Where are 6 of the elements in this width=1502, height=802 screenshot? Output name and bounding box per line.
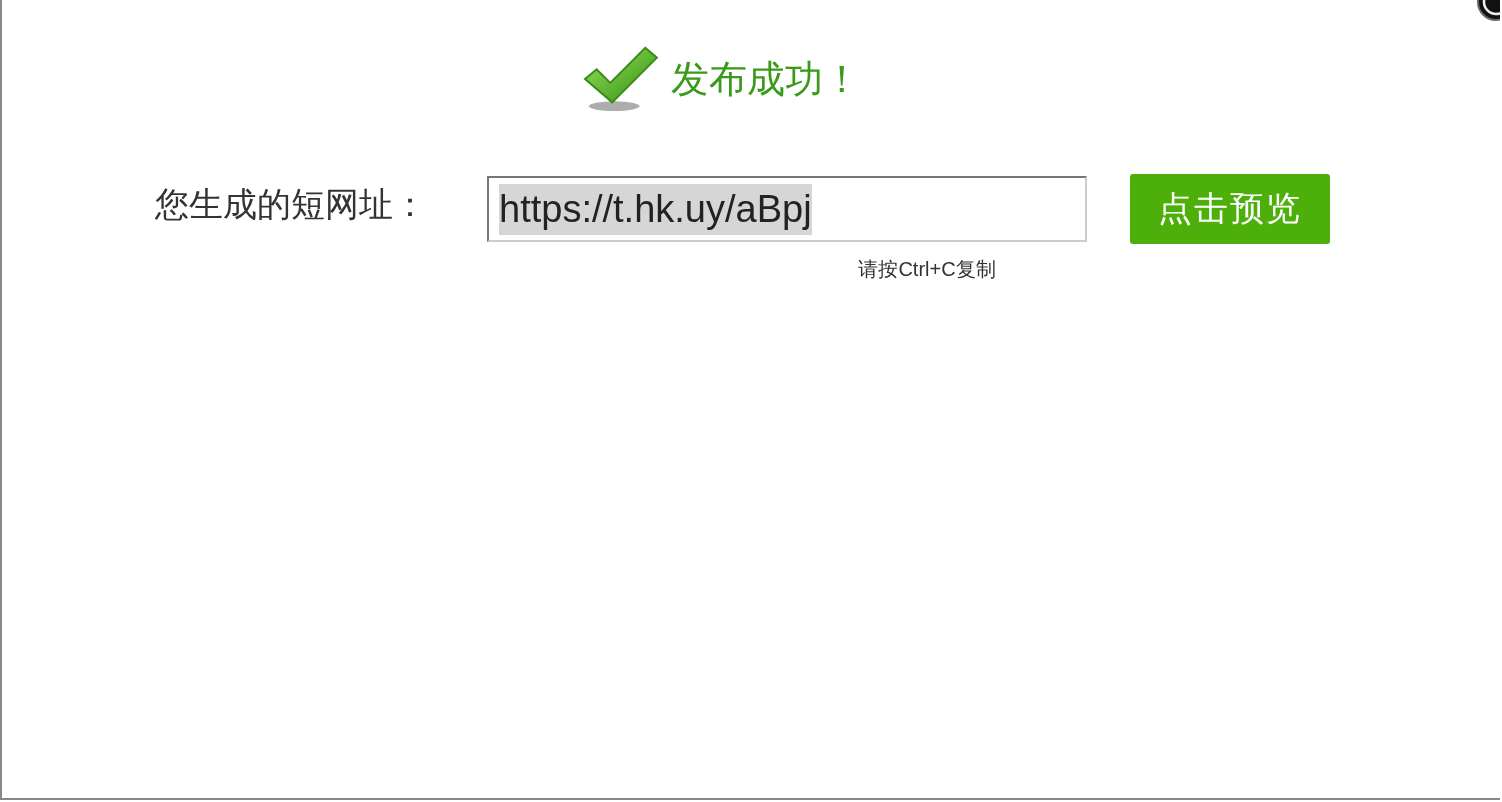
copy-hint: 请按Ctrl+C复制 bbox=[858, 257, 996, 282]
url-text: https://t.hk.uy/aBpj bbox=[499, 183, 812, 235]
checkmark-icon bbox=[581, 44, 659, 114]
url-field[interactable]: https://t.hk.uy/aBpj bbox=[487, 176, 1087, 242]
success-title: 发布成功！ bbox=[671, 56, 861, 102]
short-url-label: 您生成的短网址： bbox=[155, 184, 428, 225]
